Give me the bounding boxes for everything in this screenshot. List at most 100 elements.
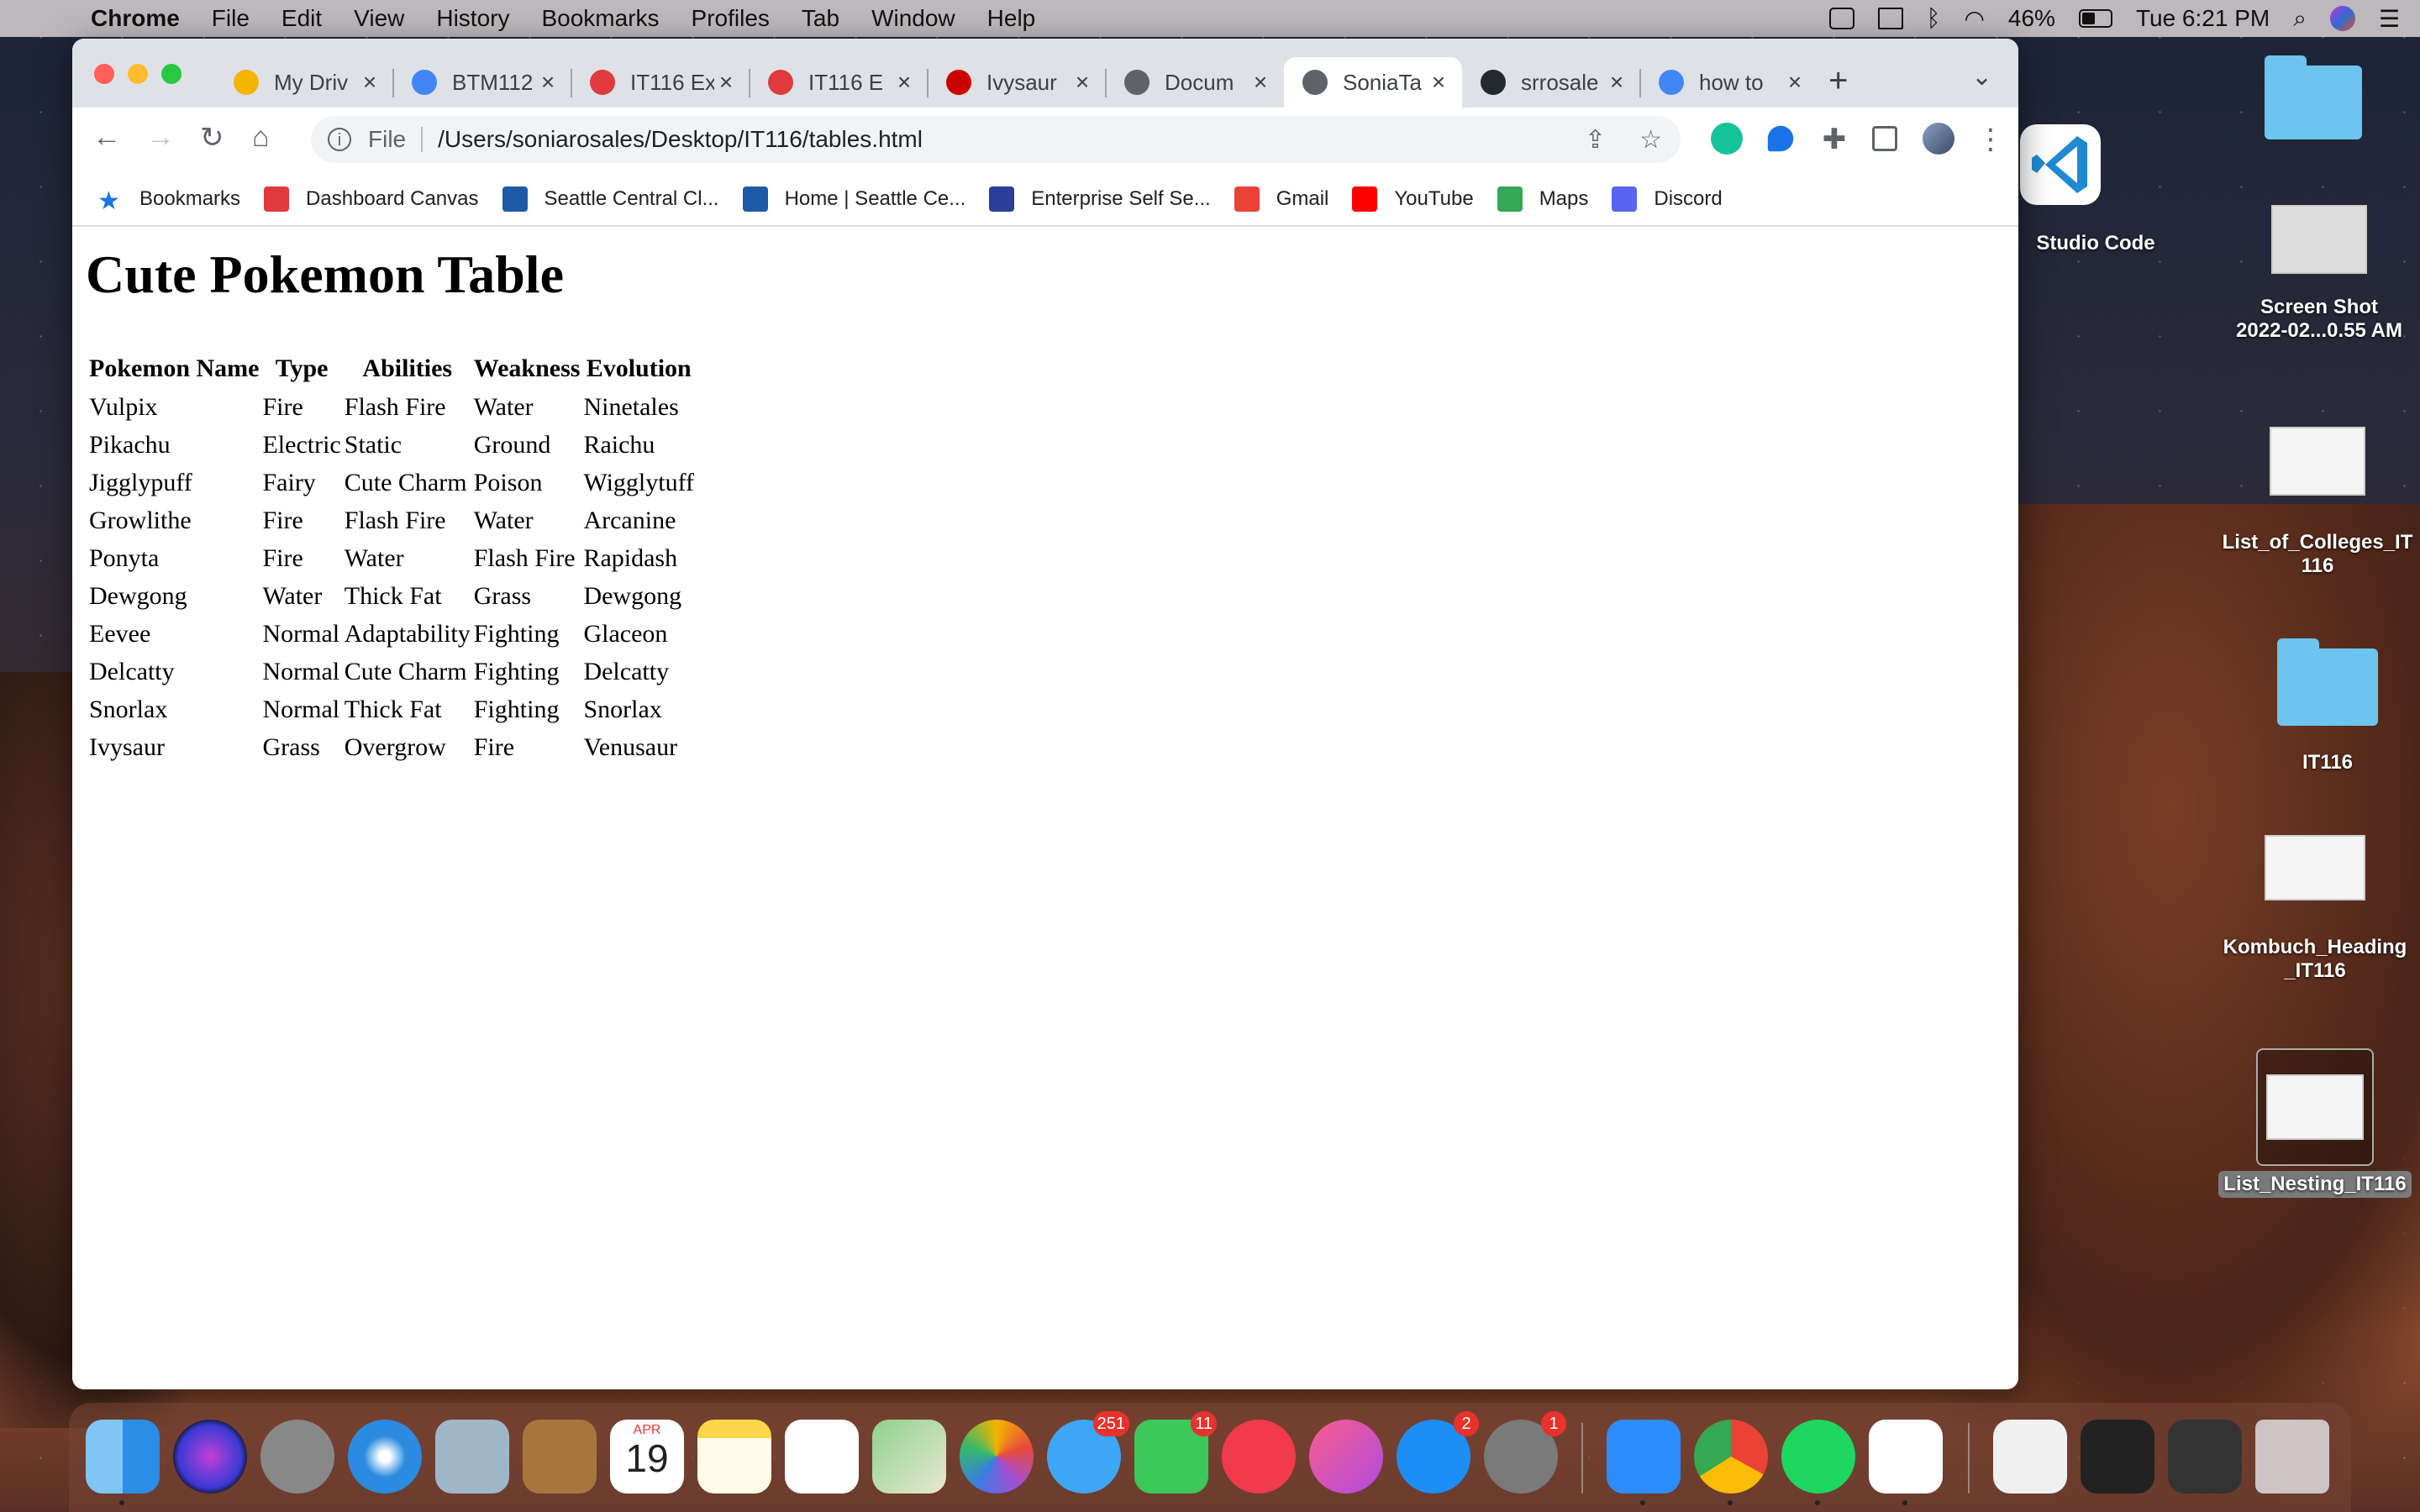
- bookmark-item[interactable]: Gmail: [1234, 186, 1328, 212]
- close-window-button[interactable]: [94, 64, 114, 84]
- bookmark-item[interactable]: YouTube: [1352, 186, 1474, 212]
- site-info-icon[interactable]: i: [328, 128, 351, 151]
- siri-icon[interactable]: [2329, 6, 2355, 31]
- tab-4[interactable]: IT116 E ×: [750, 57, 928, 108]
- recent-window-thumbnail-2[interactable]: [2081, 1420, 2154, 1494]
- extensions-puzzle-icon[interactable]: ✚: [1818, 123, 1850, 155]
- wifi-icon[interactable]: ◠: [1964, 5, 1984, 33]
- recent-window-thumbnail-3[interactable]: [2168, 1420, 2242, 1494]
- mail-icon[interactable]: [435, 1420, 509, 1494]
- contacts-icon[interactable]: [523, 1420, 597, 1494]
- tab-9[interactable]: how to ×: [1640, 57, 1818, 108]
- menu-view[interactable]: View: [354, 5, 404, 32]
- tab-close-icon[interactable]: ×: [358, 69, 381, 96]
- clock[interactable]: Tue 6:21 PM: [2136, 5, 2270, 32]
- messages-icon[interactable]: 251: [1047, 1411, 1129, 1494]
- finder-icon[interactable]: [86, 1420, 160, 1505]
- menu-edit[interactable]: Edit: [281, 5, 322, 32]
- minimize-window-button[interactable]: [128, 64, 148, 84]
- vscode-dock-icon[interactable]: [1869, 1420, 1943, 1505]
- facetime-icon[interactable]: 11: [1134, 1411, 1217, 1494]
- tab-2[interactable]: BTM112 ×: [393, 57, 571, 108]
- tab-close-icon[interactable]: ×: [892, 69, 916, 96]
- bookmark-item[interactable]: Home | Seattle Ce...: [742, 186, 965, 212]
- chrome-icon[interactable]: [1694, 1420, 1768, 1505]
- spotlight-search-icon[interactable]: ⌕: [2293, 5, 2307, 33]
- tab-6[interactable]: Docum ×: [1106, 57, 1284, 108]
- desktop-nesting-file[interactable]: List_Nesting_IT116: [2210, 1048, 2420, 1198]
- launchpad-icon[interactable]: [260, 1420, 334, 1494]
- desktop-folder-app[interactable]: [2259, 55, 2368, 139]
- side-panel-icon[interactable]: [1872, 126, 1897, 151]
- desktop-kombuch-file[interactable]: Kombuch_Heading _IT116: [2210, 835, 2420, 983]
- photos-icon[interactable]: [960, 1420, 1034, 1494]
- app-store-icon[interactable]: 2: [1397, 1411, 1479, 1494]
- tab-5[interactable]: Ivysaur ×: [928, 57, 1106, 108]
- airplay-icon[interactable]: [1877, 8, 1903, 29]
- desktop-screenshot-file[interactable]: Screen Shot 2022-02...0.55 AM: [2218, 205, 2420, 343]
- bookmark-item[interactable]: ★ Bookmarks: [97, 186, 240, 215]
- back-button[interactable]: ←: [92, 121, 121, 154]
- tab-8[interactable]: srrosale ×: [1462, 57, 1640, 108]
- tab-close-icon[interactable]: ×: [1605, 69, 1628, 96]
- address-url[interactable]: /Users/soniarosales/Desktop/IT116/tables…: [438, 126, 923, 153]
- forward-button[interactable]: →: [146, 121, 175, 154]
- maps-icon[interactable]: [872, 1420, 946, 1494]
- tab-close-icon[interactable]: ×: [1427, 69, 1450, 96]
- calendar-icon[interactable]: APR 19: [610, 1420, 684, 1494]
- folder-icon: [2265, 55, 2362, 139]
- zoom-window-button[interactable]: [161, 64, 182, 84]
- bookmark-item[interactable]: Seattle Central Cl...: [502, 186, 719, 212]
- table-cell: Water: [344, 543, 404, 572]
- music-icon[interactable]: [1309, 1420, 1383, 1494]
- bookmark-item[interactable]: Dashboard Canvas: [264, 186, 479, 212]
- menu-bookmarks[interactable]: Bookmarks: [541, 5, 659, 32]
- reminders-icon[interactable]: [785, 1420, 859, 1494]
- share-icon[interactable]: ⇪: [1585, 125, 1606, 155]
- notes-icon[interactable]: [697, 1420, 771, 1494]
- grammarly-extension-icon[interactable]: [1711, 123, 1743, 155]
- bookmark-star-icon[interactable]: ☆: [1639, 125, 1662, 155]
- news-icon[interactable]: [1222, 1420, 1296, 1494]
- tab-close-icon[interactable]: ×: [1783, 69, 1807, 96]
- siri-icon[interactable]: [173, 1420, 247, 1494]
- desktop-colleges-file[interactable]: List_of_Colleges_IT 116: [2215, 427, 2420, 578]
- bookmark-label: Seattle Central Cl...: [544, 187, 719, 210]
- recent-window-thumbnail-1[interactable]: [1993, 1420, 2067, 1494]
- menu-history[interactable]: History: [436, 5, 509, 32]
- tab-1[interactable]: My Driv ×: [215, 57, 393, 108]
- tab-search-chevron-icon[interactable]: ⌄: [1971, 62, 1992, 92]
- spotify-icon[interactable]: [1781, 1420, 1855, 1505]
- menu-profiles[interactable]: Profiles: [692, 5, 770, 32]
- tab-7[interactable]: SoniaTa ×: [1284, 57, 1462, 108]
- reload-button[interactable]: ↻: [200, 121, 224, 155]
- profile-avatar[interactable]: [1923, 123, 1954, 155]
- control-center-icon[interactable]: ☰: [2379, 5, 2400, 33]
- tab-close-icon[interactable]: ×: [1249, 69, 1272, 96]
- trash-icon[interactable]: [2255, 1420, 2329, 1494]
- bookmark-item[interactable]: Maps: [1497, 186, 1588, 212]
- menu-app-name[interactable]: Chrome: [91, 5, 180, 32]
- tab-close-icon[interactable]: ×: [714, 69, 738, 96]
- menu-help[interactable]: Help: [987, 5, 1036, 32]
- tab-close-icon[interactable]: ×: [1071, 69, 1094, 96]
- extension-p-icon[interactable]: [1767, 125, 1794, 152]
- safari-icon[interactable]: [348, 1420, 422, 1494]
- zoom-icon[interactable]: [1607, 1420, 1681, 1505]
- system-preferences-icon[interactable]: 1: [1484, 1411, 1566, 1494]
- menu-tab[interactable]: Tab: [802, 5, 839, 32]
- desktop-it116-folder[interactable]: IT116: [2235, 638, 2420, 774]
- bookmark-item[interactable]: Discord: [1612, 186, 1723, 212]
- menu-file[interactable]: File: [212, 5, 250, 32]
- new-tab-button[interactable]: +: [1828, 62, 1848, 100]
- tab-close-icon[interactable]: ×: [536, 69, 560, 96]
- home-button[interactable]: ⌂: [252, 121, 270, 154]
- chrome-menu-icon[interactable]: ⋮: [1975, 123, 2007, 155]
- bluetooth-icon[interactable]: ᛒ: [1927, 5, 1941, 32]
- bookmark-item[interactable]: Enterprise Self Se...: [989, 186, 1211, 212]
- screen-record-icon[interactable]: [1828, 8, 1854, 29]
- address-bar[interactable]: i File /Users/soniarosales/Desktop/IT116…: [311, 116, 1681, 163]
- menu-window[interactable]: Window: [871, 5, 955, 32]
- tab-3[interactable]: IT116 Ex ×: [571, 57, 750, 108]
- battery-icon[interactable]: [2078, 9, 2112, 28]
